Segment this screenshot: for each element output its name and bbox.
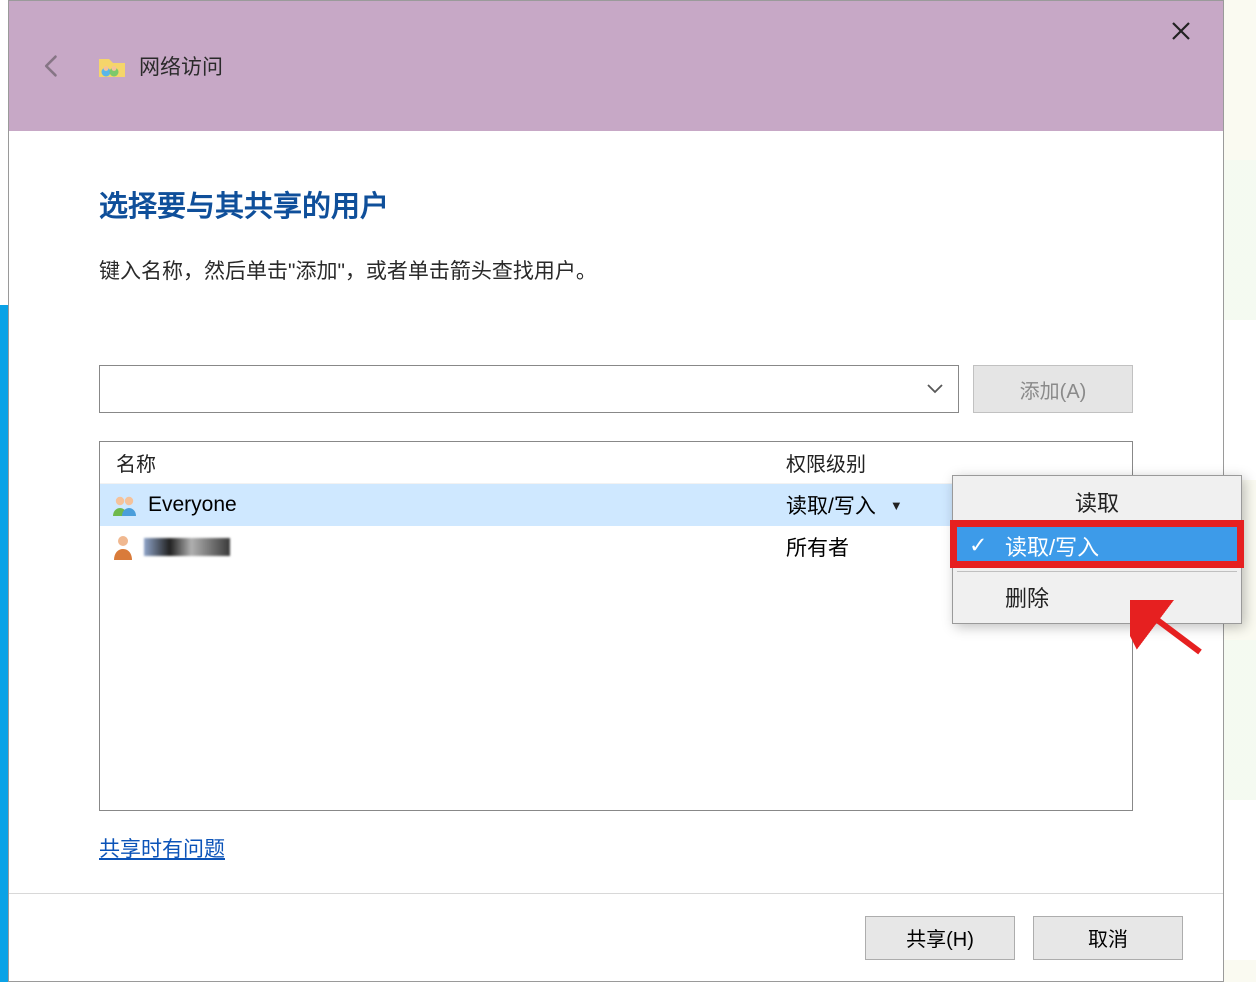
menu-item-label: 读取 <box>1075 486 1119 518</box>
menu-separator <box>957 571 1237 572</box>
dialog-footer: 共享(H) 取消 <box>9 893 1223 981</box>
cancel-button[interactable]: 取消 <box>1033 916 1183 960</box>
permission-level-label: 所有者 <box>786 532 849 562</box>
page-heading: 选择要与其共享的用户 <box>99 183 1133 225</box>
menu-item-label: 删除 <box>1005 581 1049 613</box>
column-header-permission[interactable]: 权限级别 <box>780 448 1132 477</box>
permission-level-label: 读取/写入 <box>786 490 876 520</box>
user-combobox[interactable] <box>99 365 959 413</box>
user-name-redacted <box>144 538 230 556</box>
combobox-dropdown-button[interactable] <box>912 366 958 412</box>
menu-item-read[interactable]: 读取 <box>955 480 1239 524</box>
group-icon <box>112 494 138 516</box>
having-trouble-link[interactable]: 共享时有问题 <box>99 833 225 863</box>
desktop-taskbar-edge <box>0 305 8 982</box>
window-title: 网络访问 <box>139 51 223 81</box>
user-icon <box>112 534 134 560</box>
chevron-down-icon: ▼ <box>890 498 903 513</box>
checkmark-icon: ✓ <box>969 532 987 558</box>
titlebar: 网络访问 <box>9 1 1223 131</box>
user-name-input[interactable] <box>100 366 912 412</box>
close-button[interactable] <box>1161 11 1201 51</box>
menu-item-read-write[interactable]: ✓ 读取/写入 <box>955 524 1239 568</box>
network-share-folder-icon <box>97 51 127 81</box>
menu-item-remove[interactable]: 删除 <box>955 575 1239 619</box>
column-header-name[interactable]: 名称 <box>100 448 780 477</box>
add-user-row: 添加(A) <box>99 365 1133 413</box>
user-name: Everyone <box>148 493 237 517</box>
add-button: 添加(A) <box>973 365 1133 413</box>
share-button[interactable]: 共享(H) <box>865 916 1015 960</box>
instruction-text: 键入名称，然后单击"添加"，或者单击箭头查找用户。 <box>99 255 1133 285</box>
permission-context-menu: 读取 ✓ 读取/写入 删除 <box>952 475 1242 624</box>
menu-item-label: 读取/写入 <box>1005 530 1099 562</box>
back-button[interactable] <box>35 49 69 83</box>
